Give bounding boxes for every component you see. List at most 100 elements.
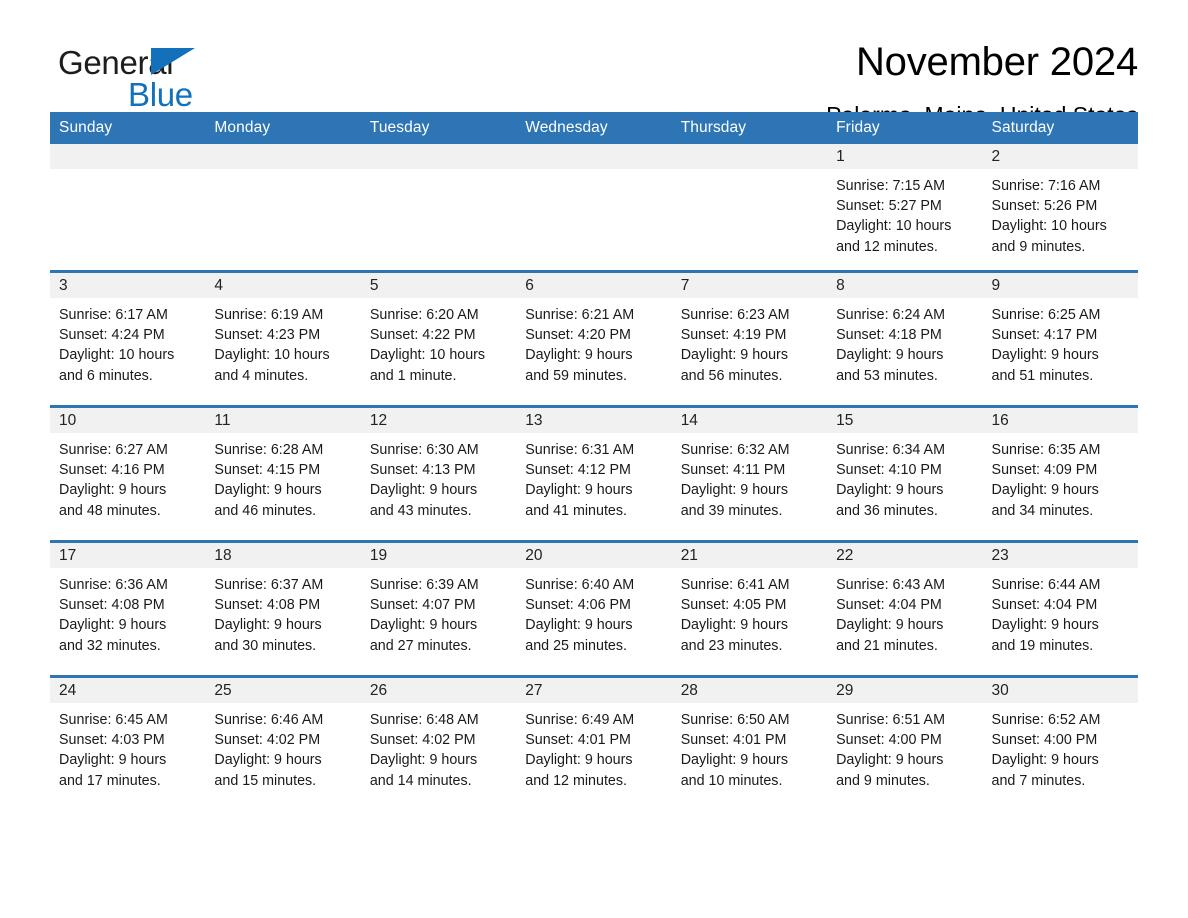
calendar-page: General Blue November 2024 Palermo, Main… [0,0,1188,918]
sunrise-text: Sunrise: 7:16 AM [991,178,1101,194]
day-cell[interactable]: 16 Sunrise: 6:35 AM Sunset: 4:09 PM Dayligh… [982,405,1138,542]
day-cell[interactable] [50,144,206,272]
day-cell[interactable]: 23 Sunrise: 6:44 AM Sunset: 4:04 PM Dayligh… [982,540,1138,677]
sunset-text: Sunset: 4:12 PM [525,462,631,479]
day-cell[interactable]: 9 Sunrise: 6:25 AM Sunset: 4:17 PM Daylight… [982,270,1138,407]
day-cell[interactable]: 2 Sunrise: 7:16 AM Sunset: 5:26 PM Daylight… [982,144,1138,272]
day-cell[interactable]: 30 Sunrise: 6:52 AM Sunset: 4:00 PM Dayligh… [982,675,1138,810]
daylight-text-line2: and 25 minutes. [525,637,627,654]
day-cell[interactable]: 11 Sunrise: 6:28 AM Sunset: 4:15 PM Dayligh… [205,405,361,542]
day-cell[interactable]: 26 Sunrise: 6:48 AM Sunset: 4:02 PM Dayligh… [360,675,517,810]
day-number: 14 [671,408,828,433]
day-cell[interactable]: 21 Sunrise: 6:41 AM Sunset: 4:05 PM Dayligh… [671,540,828,677]
sunset-text: Sunset: 4:11 PM [680,462,786,479]
daylight-text-line2: and 56 minutes. [680,367,783,384]
day-number: 24 [50,678,206,703]
day-number: 4 [205,273,361,298]
daylight-text-line1: Daylight: 9 hours [680,752,788,769]
day-number [671,144,828,169]
day-number: 8 [827,273,983,298]
weekday-monday: Monday [205,112,361,144]
sunset-text: Sunset: 4:00 PM [836,732,942,749]
day-number: 17 [50,543,206,568]
day-cell[interactable]: 17 Sunrise: 6:36 AM Sunset: 4:08 PM Dayligh… [50,540,206,677]
day-cell[interactable]: 20 Sunrise: 6:40 AM Sunset: 4:06 PM Dayligh… [516,540,672,677]
daylight-text-line2: and 17 minutes. [59,772,161,789]
day-number: 11 [205,408,361,433]
day-cell[interactable]: 15 Sunrise: 6:34 AM Sunset: 4:10 PM Dayligh… [827,405,983,542]
day-cell[interactable]: 1 Sunrise: 7:15 AM Sunset: 5:27 PM Daylight… [827,144,983,272]
day-number: 27 [516,678,672,703]
daylight-text-line1: Daylight: 9 hours [369,482,478,499]
sunset-text: Sunset: 4:18 PM [836,327,942,344]
daylight-text-line2: and 41 minutes. [525,502,627,519]
day-cell[interactable]: 7 Sunrise: 6:23 AM Sunset: 4:19 PM Daylight… [671,270,828,407]
day-cell[interactable] [671,144,828,272]
day-cell[interactable]: 10 Sunrise: 6:27 AM Sunset: 4:16 PM Dayligh… [50,405,206,542]
sunrise-text: Sunrise: 6:27 AM [59,442,168,458]
day-cell[interactable]: 22 Sunrise: 6:43 AM Sunset: 4:04 PM Dayligh… [827,540,983,677]
day-cell[interactable]: 6 Sunrise: 6:21 AM Sunset: 4:20 PM Daylight… [516,270,672,407]
sunset-text: Sunset: 4:13 PM [369,462,476,479]
daylight-text-line2: and 59 minutes. [525,367,627,384]
day-cell[interactable] [360,144,517,272]
daylight-text-line2: and 48 minutes. [59,502,161,519]
sunrise-text: Sunrise: 6:52 AM [991,712,1101,728]
daylight-text-line1: Daylight: 9 hours [836,347,944,364]
daylight-text-line1: Daylight: 9 hours [836,482,944,499]
logo-triangle-icon [151,48,195,75]
week-row: 24 Sunrise: 6:45 AM Sunset: 4:03 PM Dayligh… [50,675,1138,810]
generalblue-logo[interactable]: General Blue [58,46,338,116]
weekday-wednesday: Wednesday [516,112,672,144]
day-cell[interactable]: 24 Sunrise: 6:45 AM Sunset: 4:03 PM Dayligh… [50,675,206,810]
day-cell[interactable]: 27 Sunrise: 6:49 AM Sunset: 4:01 PM Dayligh… [516,675,672,810]
day-cell[interactable]: 25 Sunrise: 6:46 AM Sunset: 4:02 PM Dayligh… [205,675,361,810]
day-cell[interactable]: 18 Sunrise: 6:37 AM Sunset: 4:08 PM Dayligh… [205,540,361,677]
day-cell[interactable]: 28 Sunrise: 6:50 AM Sunset: 4:01 PM Dayligh… [671,675,828,810]
day-cell[interactable]: 12 Sunrise: 6:30 AM Sunset: 4:13 PM Dayligh… [360,405,517,542]
sunset-text: Sunset: 4:01 PM [525,732,631,749]
sunset-text: Sunset: 4:23 PM [214,327,321,344]
day-cell[interactable] [205,144,361,272]
daylight-text-line1: Daylight: 9 hours [525,617,633,634]
sunset-text: Sunset: 4:20 PM [525,327,631,344]
daylight-text-line2: and 12 minutes. [836,238,938,255]
day-cell[interactable]: 14 Sunrise: 6:32 AM Sunset: 4:11 PM Dayligh… [671,405,828,542]
day-number [50,144,206,169]
daylight-text-line2: and 14 minutes. [369,772,472,789]
sunset-text: Sunset: 4:19 PM [680,327,787,344]
daylight-text-line2: and 19 minutes. [991,637,1094,654]
day-cell[interactable] [516,144,672,272]
daylight-text-line1: Daylight: 9 hours [369,617,478,634]
day-number: 26 [360,678,517,703]
page-title: November 2024 [855,40,1138,84]
day-cell[interactable]: 13 Sunrise: 6:31 AM Sunset: 4:12 PM Dayligh… [516,405,672,542]
day-number: 20 [516,543,672,568]
daylight-text-line1: Daylight: 9 hours [991,617,1099,634]
day-number: 22 [827,543,983,568]
logo-text-general: General [58,44,174,81]
day-cell[interactable]: 3 Sunrise: 6:17 AM Sunset: 4:24 PM Daylight… [50,270,206,407]
calendar-body: 1 Sunrise: 7:15 AM Sunset: 5:27 PM Daylight… [50,144,1138,810]
day-cell[interactable]: 29 Sunrise: 6:51 AM Sunset: 4:00 PM Dayligh… [827,675,983,810]
weekday-friday: Friday [827,112,983,144]
week-row: 3 Sunrise: 6:17 AM Sunset: 4:24 PM Daylight… [50,270,1138,407]
day-number: 12 [360,408,517,433]
daylight-text-line2: and 4 minutes. [214,367,309,384]
day-number: 3 [50,273,206,298]
day-cell[interactable]: 4 Sunrise: 6:19 AM Sunset: 4:23 PM Daylight… [205,270,361,407]
day-cell[interactable]: 19 Sunrise: 6:39 AM Sunset: 4:07 PM Dayligh… [360,540,517,677]
daylight-text-line1: Daylight: 9 hours [836,752,944,769]
daylight-text-line2: and 1 minute. [369,367,457,384]
day-number: 29 [827,678,983,703]
day-number: 10 [50,408,206,433]
sunset-text: Sunset: 4:15 PM [214,462,321,479]
sunrise-text: Sunrise: 6:20 AM [369,307,479,323]
weekday-saturday: Saturday [982,112,1138,144]
daylight-text-line1: Daylight: 9 hours [214,482,322,499]
page-header: General Blue November 2024 Palermo, Main… [50,0,1138,128]
sunset-text: Sunset: 4:05 PM [680,597,787,614]
sunrise-text: Sunrise: 6:23 AM [680,307,790,323]
day-cell[interactable]: 8 Sunrise: 6:24 AM Sunset: 4:18 PM Daylight… [827,270,983,407]
day-cell[interactable]: 5 Sunrise: 6:20 AM Sunset: 4:22 PM Daylight… [360,270,517,407]
